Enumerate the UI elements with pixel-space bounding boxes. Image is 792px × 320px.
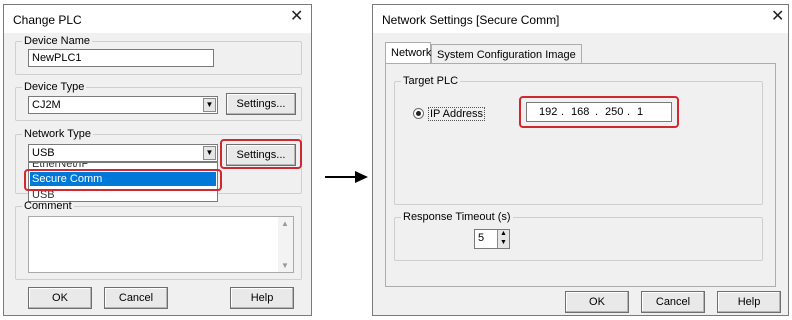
network-settings-dialog: Network Settings [Secure Comm] ✕ Network… bbox=[372, 4, 789, 316]
radio-dot bbox=[416, 111, 421, 116]
network-type-select[interactable]: USB bbox=[28, 144, 218, 162]
device-name-label: Device Name bbox=[24, 35, 91, 47]
device-type-settings-label: Settings... bbox=[236, 98, 286, 110]
network-type-value: USB bbox=[32, 147, 55, 159]
dialog-title: Network Settings [Secure Comm] bbox=[382, 13, 560, 27]
target-plc-label: Target PLC bbox=[403, 75, 459, 87]
arrow-right-icon bbox=[325, 171, 368, 183]
dropdown-option[interactable]: EtherNet/IP bbox=[32, 163, 89, 170]
ip-dot: . bbox=[627, 106, 631, 118]
timeout-stepper[interactable]: ▲ ▼ bbox=[497, 230, 509, 248]
help-label: Help bbox=[737, 296, 761, 308]
title-bar: Network Settings [Secure Comm] ✕ bbox=[373, 5, 788, 33]
title-bar: Change PLC ✕ bbox=[4, 5, 311, 33]
cancel-label: Cancel bbox=[118, 292, 154, 304]
response-timeout-label: Response Timeout (s) bbox=[403, 211, 511, 223]
stepper-up-icon[interactable]: ▲ bbox=[500, 230, 507, 237]
device-type-label: Device Type bbox=[24, 81, 85, 93]
ip-address-radio[interactable] bbox=[413, 108, 424, 119]
ok-label: OK bbox=[589, 296, 605, 308]
cancel-label: Cancel bbox=[655, 296, 691, 308]
comment-textarea[interactable]: ▲ ▼ bbox=[28, 216, 294, 273]
network-type-settings-label: Settings... bbox=[236, 149, 286, 161]
scroll-up-icon[interactable]: ▲ bbox=[281, 219, 289, 228]
ip-octet-2[interactable]: 168 bbox=[571, 103, 589, 121]
dialog-title: Change PLC bbox=[13, 13, 82, 27]
ip-dot: . bbox=[561, 106, 565, 118]
ip-address-label[interactable]: IP Address bbox=[428, 107, 485, 121]
cancel-button[interactable]: Cancel bbox=[641, 291, 705, 313]
comment-label: Comment bbox=[24, 200, 72, 212]
help-button[interactable]: Help bbox=[717, 291, 781, 313]
response-timeout-value: 5 bbox=[478, 232, 485, 244]
network-type-settings-button[interactable]: Settings... bbox=[226, 144, 296, 166]
scroll-down-icon[interactable]: ▼ bbox=[281, 261, 289, 270]
ip-octet-1[interactable]: 192 bbox=[539, 103, 557, 121]
help-label: Help bbox=[250, 292, 274, 304]
help-button[interactable]: Help bbox=[230, 287, 294, 309]
chevron-down-icon[interactable]: ▼ bbox=[203, 146, 216, 160]
device-name-field[interactable]: NewPLC1 bbox=[28, 49, 214, 67]
ip-octet-4[interactable]: 1 bbox=[637, 103, 643, 121]
close-icon[interactable]: ✕ bbox=[290, 9, 303, 25]
tab-system-configuration-label: System Configuration Image bbox=[437, 49, 576, 61]
tab-network-label: Network bbox=[391, 47, 432, 59]
ok-label: OK bbox=[52, 292, 68, 304]
dropdown-option-selected[interactable]: Secure Comm bbox=[30, 172, 216, 186]
device-type-value: CJ2M bbox=[32, 99, 61, 111]
ip-dot: . bbox=[595, 106, 599, 118]
tab-network[interactable]: Network bbox=[385, 42, 431, 64]
ip-octet-3[interactable]: 250 bbox=[605, 103, 623, 121]
ok-button[interactable]: OK bbox=[565, 291, 629, 313]
change-plc-dialog: Change PLC ✕ Device Name NewPLC1 Device … bbox=[3, 4, 312, 316]
target-plc-group: Target PLC bbox=[394, 75, 763, 205]
ok-button[interactable]: OK bbox=[28, 287, 92, 309]
ip-address-field[interactable]: 192 . 168 . 250 . 1 bbox=[526, 102, 672, 122]
close-icon[interactable]: ✕ bbox=[771, 9, 784, 25]
stepper-down-icon[interactable]: ▼ bbox=[500, 239, 507, 246]
network-type-label: Network Type bbox=[24, 128, 92, 140]
response-timeout-group: Response Timeout (s) bbox=[394, 211, 763, 261]
cancel-button[interactable]: Cancel bbox=[104, 287, 168, 309]
chevron-down-icon[interactable]: ▼ bbox=[203, 98, 216, 112]
scrollbar[interactable]: ▲ ▼ bbox=[278, 217, 293, 272]
network-type-dropdown-list: EtherNet/IP Secure Comm USB bbox=[28, 162, 218, 202]
device-type-settings-button[interactable]: Settings... bbox=[226, 93, 296, 115]
device-type-select[interactable]: CJ2M bbox=[28, 96, 218, 114]
